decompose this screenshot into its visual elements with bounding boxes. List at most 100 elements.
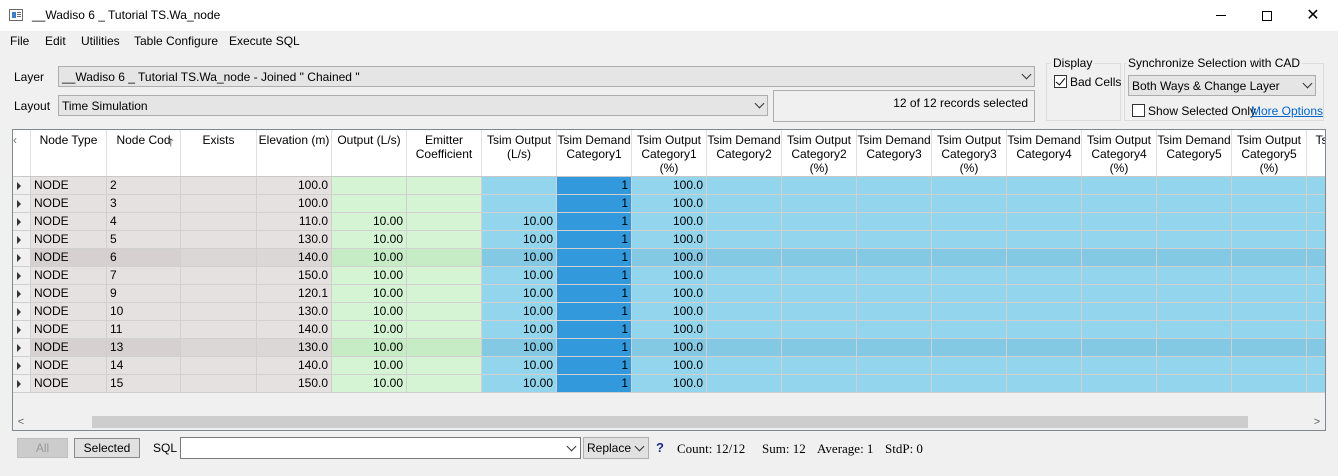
table-row[interactable]: NODE 2 100.0 1 100.0 — [13, 177, 1325, 195]
table-cell[interactable] — [932, 267, 1007, 285]
data-grid[interactable]: ‹ Node Type Node Cod 🡑 Exists Elevation (m) O… — [12, 129, 1326, 431]
table-cell[interactable] — [1232, 267, 1307, 285]
table-cell[interactable] — [1307, 339, 1325, 357]
table-cell[interactable] — [782, 177, 857, 195]
table-cell[interactable] — [782, 375, 857, 393]
table-cell[interactable] — [857, 231, 932, 249]
table-cell[interactable] — [1082, 285, 1157, 303]
table-cell[interactable]: 140.0 — [257, 321, 332, 339]
table-cell[interactable]: 1 — [557, 303, 632, 321]
column-header[interactable]: Tsim Output Category1 (%) — [632, 130, 707, 176]
table-cell[interactable]: 4 — [107, 213, 181, 231]
column-header[interactable]: Output (L/s) — [332, 130, 407, 176]
table-cell[interactable]: 150.0 — [257, 375, 332, 393]
table-cell[interactable] — [1232, 357, 1307, 375]
table-cell[interactable] — [181, 249, 257, 267]
table-cell[interactable] — [1232, 213, 1307, 231]
table-cell[interactable]: NODE — [31, 231, 107, 249]
table-cell[interactable]: 1 — [557, 231, 632, 249]
table-cell[interactable] — [181, 321, 257, 339]
table-cell[interactable]: 1 — [557, 267, 632, 285]
table-cell[interactable] — [1082, 303, 1157, 321]
row-selector[interactable] — [13, 303, 31, 321]
table-cell[interactable]: NODE — [31, 321, 107, 339]
table-cell[interactable]: 1 — [557, 177, 632, 195]
table-cell[interactable] — [1082, 357, 1157, 375]
menu-utilities[interactable]: Utilities — [81, 34, 120, 48]
table-row[interactable]: NODE 11 140.0 10.00 10.00 1 100.0 — [13, 321, 1325, 339]
table-cell[interactable] — [1007, 267, 1082, 285]
table-cell[interactable]: 100.0 — [632, 231, 707, 249]
table-cell[interactable] — [1232, 285, 1307, 303]
table-cell[interactable] — [932, 249, 1007, 267]
table-cell[interactable] — [857, 339, 932, 357]
table-row[interactable]: NODE 4 110.0 10.00 10.00 1 100.0 — [13, 213, 1325, 231]
table-cell[interactable] — [407, 195, 482, 213]
table-row[interactable]: NODE 10 130.0 10.00 10.00 1 100.0 — [13, 303, 1325, 321]
table-cell[interactable] — [181, 231, 257, 249]
table-cell[interactable] — [782, 285, 857, 303]
table-cell[interactable]: 10.00 — [482, 321, 557, 339]
table-cell[interactable] — [407, 213, 482, 231]
table-cell[interactable] — [782, 321, 857, 339]
table-cell[interactable] — [857, 375, 932, 393]
row-selector[interactable] — [13, 249, 31, 267]
table-cell[interactable] — [181, 213, 257, 231]
minimize-button[interactable] — [1198, 0, 1244, 31]
table-cell[interactable]: 10.00 — [482, 249, 557, 267]
table-cell[interactable] — [707, 249, 782, 267]
table-cell[interactable]: 100.0 — [632, 285, 707, 303]
table-cell[interactable] — [707, 231, 782, 249]
table-cell[interactable]: 7 — [107, 267, 181, 285]
table-cell[interactable] — [782, 213, 857, 231]
replace-select[interactable]: Replace — [583, 437, 649, 459]
column-header[interactable]: Tsim Output Category5 (%) — [1232, 130, 1307, 176]
table-cell[interactable] — [1157, 177, 1232, 195]
table-cell[interactable]: NODE — [31, 303, 107, 321]
column-header[interactable]: Tsim Demand Category1 — [557, 130, 632, 176]
table-cell[interactable] — [1007, 177, 1082, 195]
table-cell[interactable] — [1082, 267, 1157, 285]
table-row[interactable]: NODE 7 150.0 10.00 10.00 1 100.0 — [13, 267, 1325, 285]
table-cell[interactable] — [782, 357, 857, 375]
layer-select[interactable]: __Wadiso 6 _ Tutorial TS.Wa_node - Joine… — [58, 66, 1035, 87]
table-cell[interactable] — [181, 285, 257, 303]
table-cell[interactable] — [1307, 267, 1325, 285]
table-cell[interactable]: 10.00 — [482, 375, 557, 393]
table-cell[interactable] — [932, 177, 1007, 195]
menu-edit[interactable]: Edit — [45, 34, 66, 48]
table-cell[interactable]: 10.00 — [332, 303, 407, 321]
row-selector[interactable] — [13, 267, 31, 285]
table-cell[interactable]: 100.0 — [632, 195, 707, 213]
table-cell[interactable]: 14 — [107, 357, 181, 375]
table-cell[interactable]: 1 — [557, 213, 632, 231]
row-selector[interactable] — [13, 177, 31, 195]
table-cell[interactable] — [407, 375, 482, 393]
table-row[interactable]: NODE 5 130.0 10.00 10.00 1 100.0 — [13, 231, 1325, 249]
table-cell[interactable]: 120.1 — [257, 285, 332, 303]
table-cell[interactable] — [1157, 249, 1232, 267]
table-cell[interactable]: 10.00 — [482, 285, 557, 303]
table-cell[interactable]: 100.0 — [632, 375, 707, 393]
table-cell[interactable] — [482, 195, 557, 213]
table-cell[interactable] — [857, 285, 932, 303]
row-selector[interactable] — [13, 285, 31, 303]
scroll-thumb[interactable] — [92, 416, 1248, 428]
table-cell[interactable] — [1307, 195, 1325, 213]
table-cell[interactable] — [1232, 231, 1307, 249]
table-cell[interactable]: 100.0 — [257, 177, 332, 195]
table-cell[interactable] — [1007, 249, 1082, 267]
table-cell[interactable] — [1007, 195, 1082, 213]
table-cell[interactable] — [1307, 177, 1325, 195]
table-cell[interactable]: 10.00 — [332, 213, 407, 231]
table-cell[interactable] — [1232, 339, 1307, 357]
row-selector[interactable] — [13, 195, 31, 213]
table-cell[interactable]: 100.0 — [632, 339, 707, 357]
table-cell[interactable] — [1157, 231, 1232, 249]
table-cell[interactable] — [782, 303, 857, 321]
table-cell[interactable] — [1232, 375, 1307, 393]
maximize-button[interactable] — [1244, 0, 1290, 31]
table-cell[interactable] — [407, 267, 482, 285]
table-cell[interactable] — [707, 303, 782, 321]
close-button[interactable]: ✕ — [1290, 0, 1336, 31]
